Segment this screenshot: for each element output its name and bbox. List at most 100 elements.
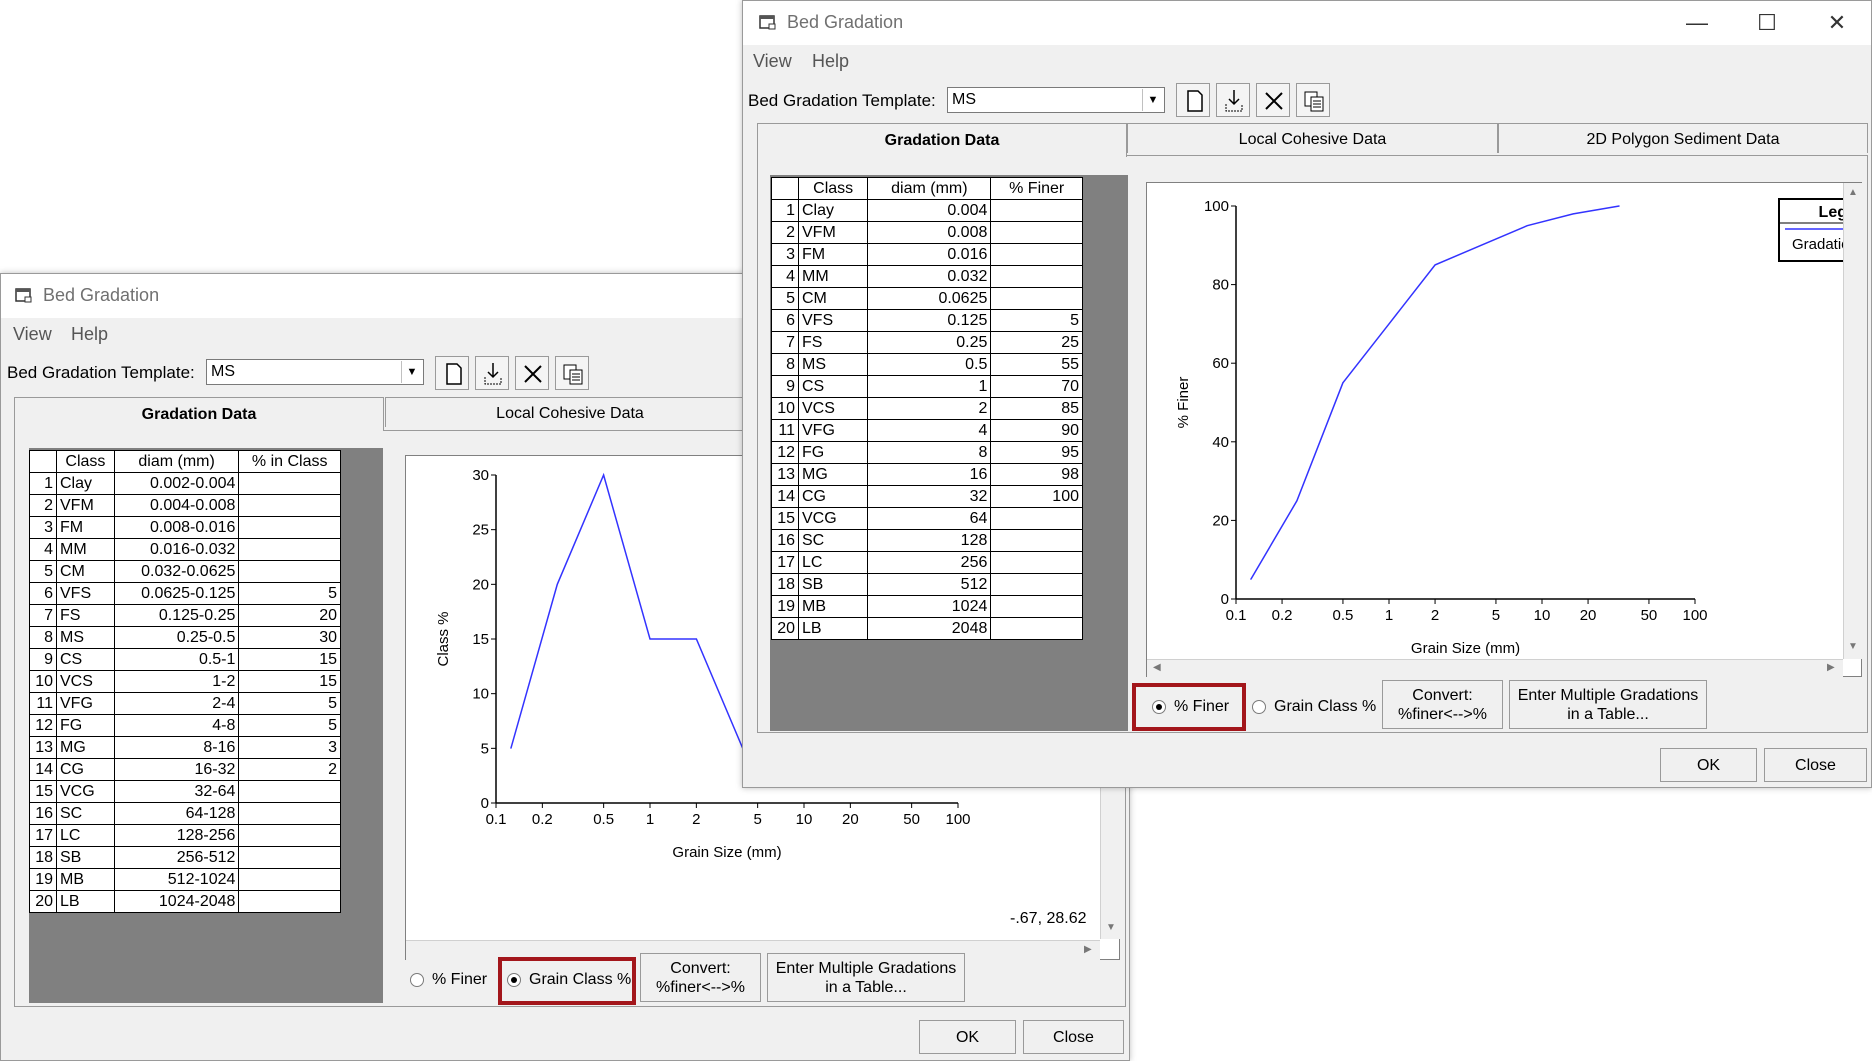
value-cell[interactable]: 25 xyxy=(990,331,1083,354)
value-cell[interactable]: 55 xyxy=(990,353,1083,376)
class-cell[interactable]: VFG xyxy=(56,692,115,715)
table-row[interactable]: 6 VFS 0.0625-0.125 5 xyxy=(29,582,341,605)
class-cell[interactable]: VCS xyxy=(56,670,115,693)
close-button[interactable]: Close xyxy=(1023,1020,1124,1054)
diameter-cell[interactable]: 0.0625-0.125 xyxy=(113,582,240,605)
convert-button[interactable]: Convert: %finer<-->% xyxy=(1382,680,1503,729)
diameter-cell[interactable]: 0.125-0.25 xyxy=(113,604,240,627)
plot-area[interactable]: 0.1 0.2 0.5 1 2 5 10 20 50 100 0 20 40 60 80 100 Grain S… xyxy=(1146,182,1871,678)
class-cell[interactable]: LC xyxy=(56,824,115,847)
diameter-cell[interactable]: 1024-2048 xyxy=(113,890,240,913)
dropdown-arrow-icon[interactable]: ▼ xyxy=(401,361,422,383)
table-row[interactable]: 9 CS 1 70 xyxy=(771,375,1083,398)
row-number[interactable]: 15 xyxy=(29,780,57,803)
diameter-cell[interactable]: 0.004 xyxy=(867,199,992,222)
row-number[interactable]: 12 xyxy=(771,441,799,464)
diameter-cell[interactable]: 0.5-1 xyxy=(113,648,240,671)
diameter-cell[interactable]: 1 xyxy=(867,375,992,398)
value-cell[interactable] xyxy=(238,890,341,913)
table-row[interactable]: 7 FS 0.125-0.25 20 xyxy=(29,604,341,627)
row-number[interactable]: 4 xyxy=(771,265,799,288)
class-cell[interactable]: FG xyxy=(56,714,115,737)
table-row[interactable]: 4 MM 0.016-0.032 xyxy=(29,538,341,561)
value-cell[interactable]: 15 xyxy=(238,670,341,693)
row-number[interactable]: 3 xyxy=(771,243,799,266)
row-number[interactable]: 7 xyxy=(29,604,57,627)
value-cell[interactable] xyxy=(990,265,1083,288)
diameter-cell[interactable]: 0.25-0.5 xyxy=(113,626,240,649)
diameter-cell[interactable]: 8-16 xyxy=(113,736,240,759)
import-template-button[interactable] xyxy=(1216,83,1250,117)
class-cell[interactable]: VCS xyxy=(797,397,869,420)
row-number[interactable]: 5 xyxy=(771,287,799,310)
value-cell[interactable]: 20 xyxy=(238,604,341,627)
diameter-cell[interactable]: 2 xyxy=(867,397,992,420)
row-number[interactable]: 19 xyxy=(29,868,57,891)
table-row[interactable]: 17 LC 256 xyxy=(771,551,1083,574)
table-row[interactable]: 9 CS 0.5-1 15 xyxy=(29,648,341,671)
copy-template-button[interactable] xyxy=(1296,83,1330,117)
value-cell[interactable]: 3 xyxy=(238,736,341,759)
value-cell[interactable]: 90 xyxy=(990,419,1083,442)
table-row[interactable]: 16 SC 64-128 xyxy=(29,802,341,825)
table-row[interactable]: 16 SC 128 xyxy=(771,529,1083,552)
menu-help[interactable]: Help xyxy=(812,51,849,72)
value-cell[interactable] xyxy=(238,516,341,539)
dropdown-arrow-icon[interactable]: ▼ xyxy=(1142,89,1163,111)
convert-button[interactable]: Convert: %finer<-->% xyxy=(640,953,761,1002)
value-cell[interactable] xyxy=(990,243,1083,266)
row-number[interactable]: 14 xyxy=(771,485,799,508)
class-cell[interactable]: FM xyxy=(56,516,115,539)
plot-vertical-scrollbar[interactable]: ▲ ▼ xyxy=(1843,183,1862,659)
value-cell[interactable]: 5 xyxy=(238,582,341,605)
row-number[interactable]: 4 xyxy=(29,538,57,561)
diameter-cell[interactable]: 2048 xyxy=(867,617,992,640)
class-cell[interactable]: MM xyxy=(56,538,115,561)
value-cell[interactable] xyxy=(990,221,1083,244)
close-window-button[interactable]: ✕ xyxy=(1809,7,1865,39)
diameter-cell[interactable]: 1-2 xyxy=(113,670,240,693)
table-row[interactable]: 13 MG 16 98 xyxy=(771,463,1083,486)
row-number[interactable]: 2 xyxy=(771,221,799,244)
maximize-button[interactable]: ☐ xyxy=(1739,7,1795,39)
class-cell[interactable]: FS xyxy=(797,331,869,354)
diameter-cell[interactable]: 64 xyxy=(867,507,992,530)
value-cell[interactable] xyxy=(238,846,341,869)
class-cell[interactable]: MG xyxy=(56,736,115,759)
diameter-cell[interactable]: 0.002-0.004 xyxy=(113,472,240,495)
class-cell[interactable]: CG xyxy=(797,485,869,508)
template-select[interactable]: MS ▼ xyxy=(206,359,424,385)
class-cell[interactable]: FG xyxy=(797,441,869,464)
table-row[interactable]: 20 LB 2048 xyxy=(771,617,1083,640)
value-cell[interactable] xyxy=(990,199,1083,222)
table-row[interactable]: 14 CG 32 100 xyxy=(771,485,1083,508)
enter-multiple-gradations-button[interactable]: Enter Multiple Gradations in a Table... xyxy=(1509,680,1707,729)
menu-view[interactable]: View xyxy=(753,51,792,72)
enter-multiple-gradations-button[interactable]: Enter Multiple Gradations in a Table... xyxy=(767,953,965,1002)
class-cell[interactable]: VFS xyxy=(797,309,869,332)
row-number[interactable]: 5 xyxy=(29,560,57,583)
table-row[interactable]: 4 MM 0.032 xyxy=(771,265,1083,288)
column-header[interactable]: % Finer xyxy=(990,177,1083,200)
close-button[interactable]: Close xyxy=(1764,748,1867,782)
diameter-cell[interactable]: 4 xyxy=(867,419,992,442)
value-cell[interactable] xyxy=(238,802,341,825)
table-row[interactable]: 11 VFG 2-4 5 xyxy=(29,692,341,715)
row-number[interactable]: 13 xyxy=(29,736,57,759)
tab-local-cohesive-data[interactable]: Local Cohesive Data xyxy=(385,397,755,427)
menu-help[interactable]: Help xyxy=(71,324,108,345)
class-cell[interactable]: CG xyxy=(56,758,115,781)
value-cell[interactable] xyxy=(990,287,1083,310)
table-row[interactable]: 12 FG 8 95 xyxy=(771,441,1083,464)
table-row[interactable]: 6 VFS 0.125 5 xyxy=(771,309,1083,332)
menu-view[interactable]: View xyxy=(13,324,52,345)
diameter-cell[interactable]: 128 xyxy=(867,529,992,552)
table-row[interactable]: 1 Clay 0.002-0.004 xyxy=(29,472,341,495)
diameter-cell[interactable]: 16 xyxy=(867,463,992,486)
table-row[interactable]: 8 MS 0.25-0.5 30 xyxy=(29,626,341,649)
class-cell[interactable]: LC xyxy=(797,551,869,574)
class-cell[interactable]: Clay xyxy=(56,472,115,495)
diameter-cell[interactable]: 0.125 xyxy=(867,309,992,332)
class-cell[interactable]: MB xyxy=(797,595,869,618)
diameter-cell[interactable]: 32-64 xyxy=(113,780,240,803)
